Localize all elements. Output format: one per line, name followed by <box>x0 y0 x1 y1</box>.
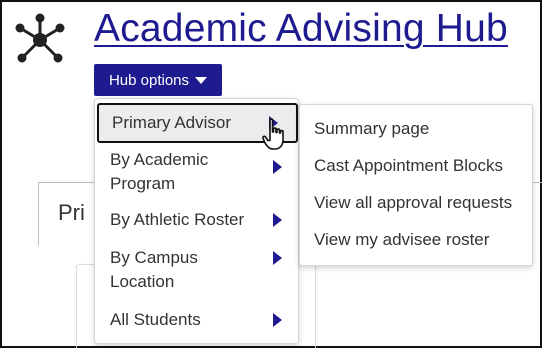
menu-item-label: By Academic Program <box>110 150 209 193</box>
primary-advisor-submenu: Summary page Cast Appointment Blocks Vie… <box>299 104 533 266</box>
hand-pointer-cursor-icon <box>262 118 284 150</box>
background-tab-label[interactable]: Pri <box>58 200 85 226</box>
menu-item-all-students[interactable]: All Students <box>95 307 300 333</box>
menu-item-by-athletic-roster[interactable]: By Athletic Roster <box>95 207 300 233</box>
submenu-item-view-approval-requests[interactable]: View all approval requests <box>314 191 512 215</box>
hub-options-label: Hub options <box>108 71 190 89</box>
menu-item-label: By Athletic Roster <box>110 210 245 229</box>
caret-down-icon <box>195 77 208 84</box>
menu-item-label: Primary Advisor <box>112 113 232 132</box>
hub-options-button[interactable]: Hub options <box>94 64 222 96</box>
submenu-item-cast-appointment-blocks[interactable]: Cast Appointment Blocks <box>314 154 503 178</box>
menu-item-label: All Students <box>110 310 201 329</box>
submenu-item-view-advisee-roster[interactable]: View my advisee roster <box>314 228 489 252</box>
submenu-item-summary-page[interactable]: Summary page <box>314 117 429 141</box>
chevron-right-icon <box>273 313 282 327</box>
app-title-link[interactable]: Academic Advising Hub <box>94 4 508 54</box>
network-hub-icon <box>15 13 65 63</box>
chevron-right-icon <box>273 213 282 227</box>
menu-item-by-campus-location[interactable]: By Campus Location <box>95 245 300 297</box>
menu-item-by-academic-program[interactable]: By Academic Program <box>95 147 300 199</box>
chevron-right-icon <box>273 251 282 265</box>
menu-item-label: By Campus Location <box>110 248 198 291</box>
chevron-right-icon <box>273 160 282 174</box>
